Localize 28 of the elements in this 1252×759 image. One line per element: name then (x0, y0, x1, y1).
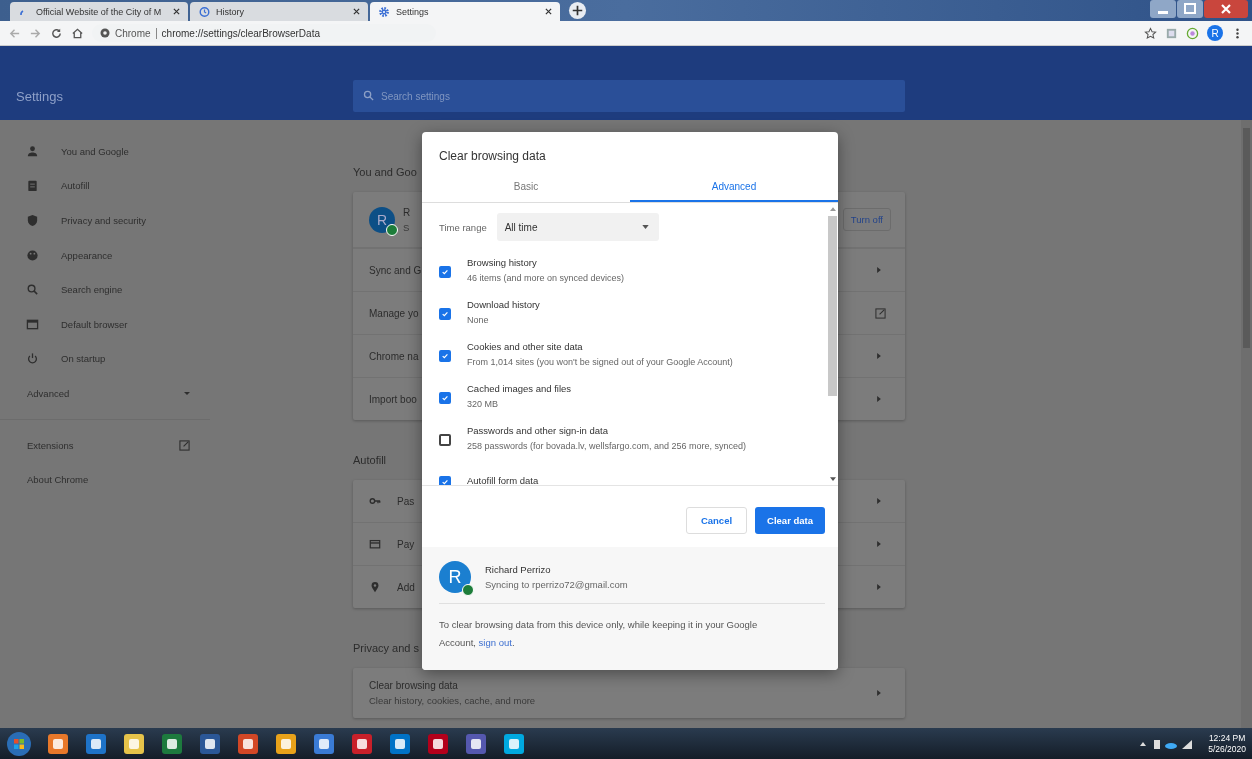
section-heading: Privacy and s (353, 641, 420, 656)
tab-title: Official Website of the City of M (36, 6, 163, 17)
item-detail: 258 passwords (for bovada.lv, wellsfargo.com, and 256 more, synced) (467, 441, 746, 451)
item-detail: From 1,014 sites (you won't be signed out of your Google Account) (467, 357, 733, 367)
item-title: Passwords and other sign-in data (467, 425, 609, 436)
page-title: Settings (15, 89, 64, 104)
item-detail: 320 MB (467, 399, 500, 409)
section-heading: You and Goo (353, 165, 417, 180)
tab-title: Settings (396, 6, 430, 17)
account-avatar: R (369, 206, 395, 233)
dialog-title: Clear browsing data (438, 148, 546, 163)
account-name: R (403, 206, 411, 218)
tab-title: History (216, 6, 245, 17)
time-range-label: Time range (439, 221, 487, 233)
sync-status: Syncing to rperrizo72@gmail.com (485, 579, 628, 590)
account-name: Richard Perrizo (485, 564, 552, 575)
item-title: Browsing history (467, 257, 538, 268)
clock-time: 12:24 PM (1208, 732, 1246, 744)
clock-date: 5/26/2020 (1208, 743, 1246, 755)
section-heading: Autofill (353, 453, 387, 468)
item-title: Autofill form data (467, 474, 539, 485)
item-detail: 46 items (and more on synced devices) (467, 273, 625, 283)
sign-out-note: To clear browsing data from this device only, while keeping it in your Google Account, sign out. (439, 618, 759, 651)
account-avatar: R (439, 561, 471, 593)
item-title: Cookies and other site data (467, 341, 584, 352)
item-title: Cached images and files (467, 383, 572, 394)
item-detail: None (467, 315, 490, 325)
item-title: Download history (467, 299, 540, 310)
